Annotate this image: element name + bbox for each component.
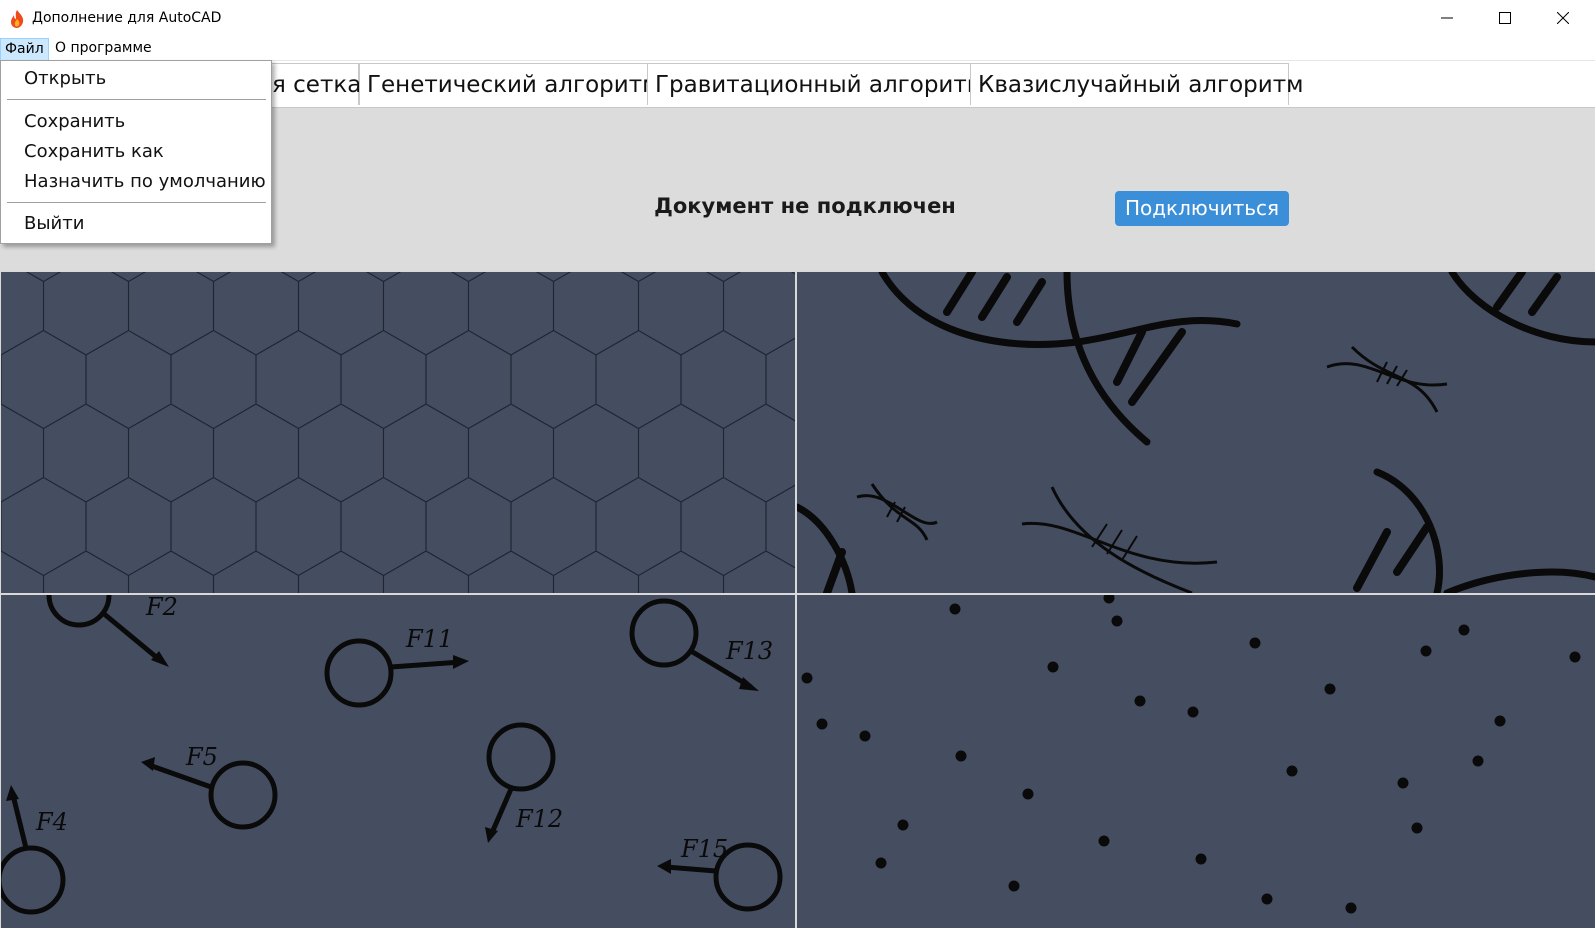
connect-button[interactable]: Подключиться: [1115, 191, 1289, 226]
force-label-f2: F2: [145, 595, 178, 621]
menu-file[interactable]: Файл: [0, 38, 49, 61]
title-bar: Дополнение для AutoCAD: [0, 0, 1595, 36]
hex-grid-panel[interactable]: [1, 272, 795, 593]
force-label-f5: F5: [185, 743, 218, 771]
maximize-icon: [1499, 12, 1511, 24]
menu-separator: [7, 99, 266, 100]
minimize-icon: [1441, 17, 1453, 19]
gravity-panel[interactable]: F2 F11 F13 F5 F12 F4 F15: [1, 595, 795, 928]
maximize-button[interactable]: [1476, 0, 1534, 36]
file-menu-dropdown: Открыть Сохранить Сохранить как Назначит…: [0, 60, 272, 244]
force-label-f13: F13: [725, 637, 773, 665]
menu-bar: Файл О программе: [0, 37, 1595, 61]
flame-icon: [11, 10, 24, 28]
gravity-image: F2 F11 F13 F5 F12 F4 F15: [1, 595, 783, 915]
menu-about[interactable]: О программе: [51, 38, 156, 59]
close-icon: [1557, 12, 1569, 24]
menu-item-open[interactable]: Открыть: [24, 68, 106, 89]
tab-quasirandom[interactable]: Квазислучайный алгоритм: [970, 63, 1303, 105]
menu-item-save-as[interactable]: Сохранить как: [24, 141, 164, 162]
connection-status: Документ не подключен: [654, 194, 956, 218]
minimize-button[interactable]: [1418, 0, 1476, 36]
dna-image: [797, 272, 1595, 593]
close-button[interactable]: [1534, 0, 1592, 36]
quasirandom-panel[interactable]: [797, 595, 1595, 928]
force-label-f12: F12: [515, 805, 563, 833]
quasirandom-image: [801, 595, 1581, 914]
algorithm-grid: F2 F11 F13 F5 F12 F4 F15: [0, 270, 1595, 928]
menu-item-save[interactable]: Сохранить: [24, 111, 125, 132]
tab-genetic[interactable]: Генетический алгоритм: [359, 63, 659, 105]
force-label-f11: F11: [405, 625, 453, 653]
genetic-panel[interactable]: [797, 272, 1595, 593]
tab-gravity[interactable]: Гравитационный алгоритм: [647, 63, 984, 105]
force-label-f4: F4: [35, 808, 68, 836]
menu-item-set-default[interactable]: Назначить по умолчанию: [24, 171, 266, 192]
menu-separator: [7, 202, 266, 203]
tab-grid[interactable]: я сетка: [265, 63, 361, 105]
force-label-f15: F15: [680, 835, 728, 863]
window-title: Дополнение для AutoCAD: [32, 10, 222, 26]
menu-item-exit[interactable]: Выйти: [24, 213, 84, 234]
hex-grid-image: [1, 272, 795, 593]
